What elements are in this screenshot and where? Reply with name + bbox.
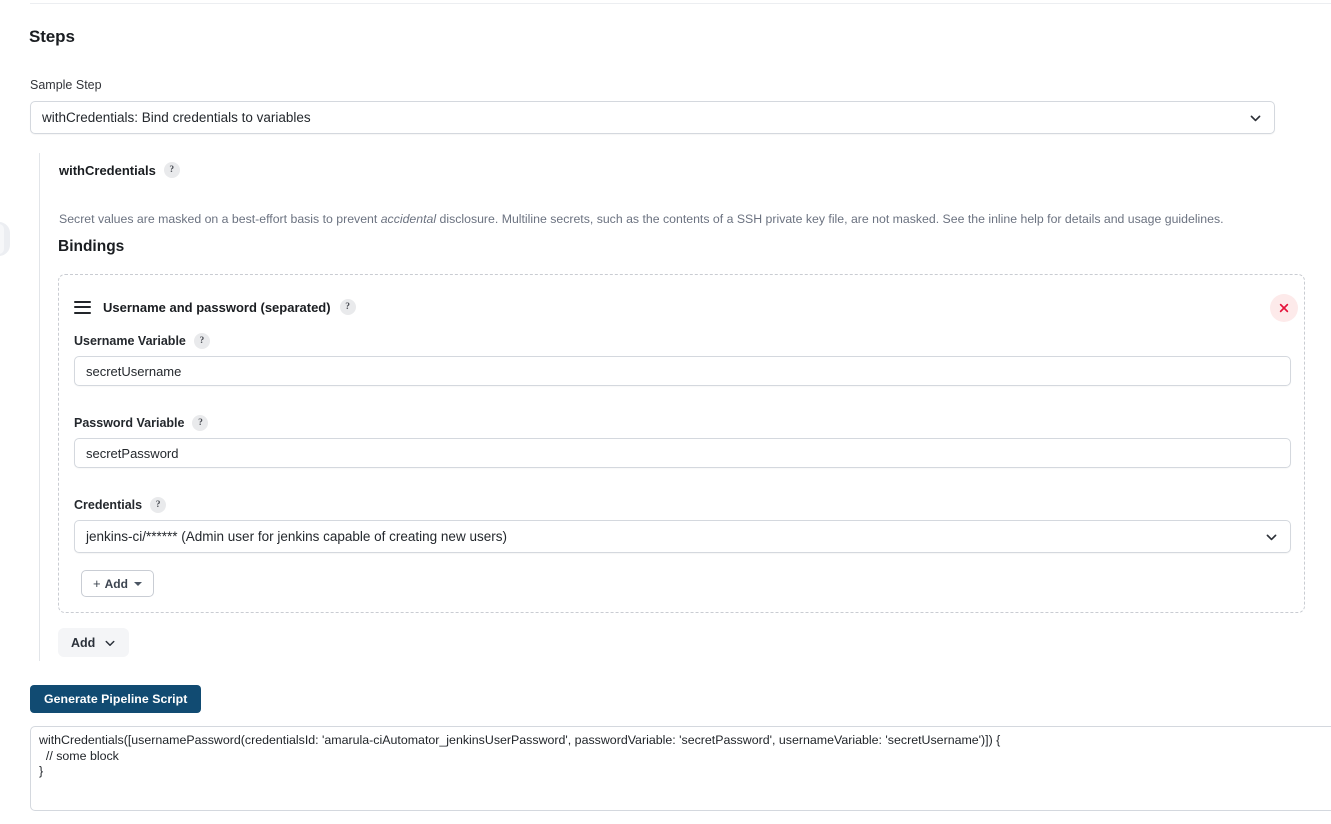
chevron-down-icon (1265, 530, 1278, 543)
step-name-label: withCredentials (59, 162, 156, 178)
chevron-down-icon (105, 640, 115, 646)
bindings-title: Bindings (58, 238, 125, 255)
sample-step-select[interactable]: withCredentials: Bind credentials to var… (30, 101, 1275, 134)
credentials-label-row: Credentials ? (74, 497, 1291, 513)
sample-step-label: Sample Step (30, 78, 102, 92)
generated-script-textarea[interactable]: withCredentials([usernamePassword(creden… (30, 726, 1331, 811)
caret-down-icon (133, 581, 142, 586)
step-description: Secret values are masked on a best-effor… (59, 211, 1289, 228)
plus-icon: + (93, 576, 101, 591)
help-icon[interactable]: ? (150, 497, 167, 513)
add-binding-label: Add (71, 635, 96, 650)
description-suffix: disclosure. Multiline secrets, such as t… (436, 212, 1224, 226)
sample-step-selected-value: withCredentials: Bind credentials to var… (42, 110, 311, 125)
snippet-generator-page: Steps Sample Step withCredentials: Bind … (0, 0, 1331, 824)
password-variable-field: Password Variable ? (74, 415, 1291, 468)
password-variable-label-row: Password Variable ? (74, 415, 1291, 431)
help-icon[interactable]: ? (339, 299, 356, 315)
binding-type-title: Username and password (separated) ? (103, 299, 356, 315)
description-prefix: Secret values are masked on a best-effor… (59, 212, 381, 226)
step-name: withCredentials ? (59, 162, 180, 178)
password-variable-label: Password Variable (74, 416, 185, 430)
help-icon[interactable]: ? (163, 162, 180, 178)
add-binding-option-label: Add (104, 576, 128, 591)
delete-binding-button[interactable] (1270, 294, 1298, 322)
username-variable-field: Username Variable ? (74, 333, 1291, 386)
bindings-container: Username and password (separated) ? User… (58, 274, 1305, 613)
credentials-selected-value: jenkins-ci/****** (Admin user for jenkin… (86, 529, 507, 544)
username-variable-label-row: Username Variable ? (74, 333, 1291, 349)
generate-pipeline-script-button[interactable]: Generate Pipeline Script (30, 685, 202, 713)
help-icon[interactable]: ? (192, 415, 209, 431)
page-title: Steps (29, 27, 75, 46)
chevron-down-icon (1249, 111, 1262, 124)
section-rail (39, 153, 40, 661)
username-variable-label: Username Variable (74, 334, 186, 348)
close-icon (1279, 303, 1289, 313)
drag-handle-icon[interactable] (74, 300, 91, 314)
help-icon[interactable]: ? (193, 333, 210, 349)
credentials-field: Credentials ? jenkins-ci/****** (Admin u… (74, 497, 1291, 553)
binding-type-label: Username and password (separated) (103, 299, 331, 315)
binding-card-header: Username and password (separated) ? (74, 299, 356, 315)
add-binding-button[interactable]: Add (58, 628, 130, 657)
left-edge-handle-inner (0, 224, 4, 254)
credentials-label: Credentials (74, 498, 143, 512)
username-variable-input[interactable] (74, 356, 1291, 386)
description-emphasis: accidental (380, 212, 437, 226)
add-binding-option-button[interactable]: + Add (81, 570, 154, 597)
password-variable-input[interactable] (74, 438, 1291, 468)
credentials-select-wrap: jenkins-ci/****** (Admin user for jenkin… (74, 520, 1291, 553)
credentials-select[interactable]: jenkins-ci/****** (Admin user for jenkin… (74, 520, 1291, 553)
top-divider (30, 3, 1331, 4)
